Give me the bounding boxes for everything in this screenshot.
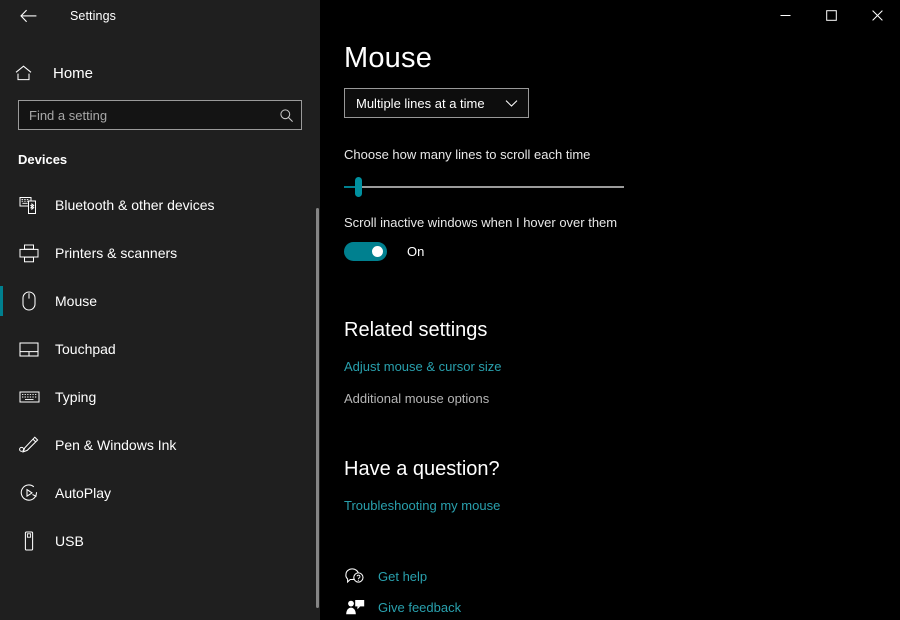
sidebar-item-label: USB (55, 533, 84, 549)
inactive-scroll-label: Scroll inactive windows when I hover ove… (344, 215, 900, 230)
settings-panel: Mouse Multiple lines at a time Choose ho… (320, 0, 900, 620)
scroll-mode-dropdown[interactable]: Multiple lines at a time (344, 88, 529, 118)
app-title: Settings (70, 9, 116, 23)
give-feedback-icon (344, 596, 366, 618)
link-troubleshooting-my-mouse[interactable]: Troubleshooting my mouse (344, 498, 500, 513)
sidebar-item-home[interactable]: Home (0, 53, 320, 93)
get-help-label: Get help (378, 569, 427, 584)
sidebar-item-pen-windows-ink[interactable]: Pen & Windows Ink (0, 421, 320, 469)
selection-accent-bar (0, 382, 3, 412)
sidebar-item-label: Printers & scanners (55, 245, 177, 261)
selection-accent-bar (0, 478, 3, 508)
lines-slider-label: Choose how many lines to scroll each tim… (344, 147, 900, 162)
get-help-row[interactable]: Get help (344, 563, 427, 589)
bluetooth-devices-icon (18, 194, 40, 216)
back-arrow-icon (20, 9, 37, 23)
home-icon (15, 65, 41, 81)
sidebar-nav-list: Bluetooth & other devices Printers & sca… (0, 181, 320, 565)
selection-accent-bar (0, 190, 3, 220)
search-icon[interactable] (271, 108, 301, 123)
window-controls (762, 0, 900, 30)
sidebar-item-label: Bluetooth & other devices (55, 197, 215, 213)
selection-accent-bar (0, 238, 3, 268)
sidebar-item-usb[interactable]: USB (0, 517, 320, 565)
sidebar-item-label: Typing (55, 389, 96, 405)
sidebar-scrollbar[interactable] (316, 208, 319, 608)
minimize-button[interactable] (762, 0, 808, 30)
close-button[interactable] (854, 0, 900, 30)
title-bar-left: Settings (0, 0, 320, 32)
have-a-question-heading: Have a question? (344, 458, 900, 481)
sidebar-item-typing[interactable]: Typing (0, 373, 320, 421)
back-button[interactable] (14, 3, 42, 29)
slider-thumb[interactable] (355, 177, 362, 197)
usb-icon (18, 530, 40, 552)
autoplay-icon (18, 482, 40, 504)
selection-accent-bar (0, 430, 3, 460)
sidebar-item-touchpad[interactable]: Touchpad (0, 325, 320, 373)
minimize-icon (780, 10, 791, 21)
give-feedback-row[interactable]: Give feedback (344, 594, 461, 620)
related-settings-heading: Related settings (344, 319, 900, 342)
chevron-down-icon (505, 99, 518, 108)
sidebar-item-label: Mouse (55, 293, 97, 309)
get-help-icon (344, 565, 366, 587)
slider-track (344, 186, 624, 188)
sidebar-item-autoplay[interactable]: AutoPlay (0, 469, 320, 517)
selection-accent-bar (0, 334, 3, 364)
maximize-icon (826, 10, 837, 21)
sidebar-item-label: Touchpad (55, 341, 116, 357)
sidebar-item-printers-scanners[interactable]: Printers & scanners (0, 229, 320, 277)
printer-icon (18, 242, 40, 264)
touchpad-icon (18, 338, 40, 360)
sidebar-item-label: AutoPlay (55, 485, 111, 501)
help-links: Get help Give feedback (344, 563, 900, 620)
inactive-scroll-toggle[interactable] (344, 242, 387, 261)
selection-accent-bar (0, 286, 3, 316)
close-icon (872, 10, 883, 21)
sidebar-item-label: Pen & Windows Ink (55, 437, 176, 453)
inactive-scroll-state: On (407, 244, 424, 259)
sidebar-group-header: Devices (18, 152, 320, 167)
scroll-mode-selected-value: Multiple lines at a time (356, 96, 493, 111)
sidebar-item-home-label: Home (53, 65, 93, 82)
toggle-knob (372, 246, 383, 257)
sidebar-item-mouse[interactable]: Mouse (0, 277, 320, 325)
link-adjust-mouse-cursor-size[interactable]: Adjust mouse & cursor size (344, 359, 502, 374)
maximize-button[interactable] (808, 0, 854, 30)
lines-slider[interactable] (344, 176, 624, 198)
pen-icon (18, 434, 40, 456)
search-input[interactable] (19, 101, 271, 129)
main-content: Mouse Multiple lines at a time Choose ho… (320, 0, 900, 620)
link-additional-mouse-options[interactable]: Additional mouse options (344, 391, 489, 406)
sidebar: Settings Home Devices (0, 0, 320, 620)
mouse-icon (18, 290, 40, 312)
selection-accent-bar (0, 526, 3, 556)
give-feedback-label: Give feedback (378, 600, 461, 615)
page-title: Mouse (344, 44, 900, 73)
sidebar-item-bluetooth-other-devices[interactable]: Bluetooth & other devices (0, 181, 320, 229)
inactive-scroll-toggle-row: On (344, 242, 900, 261)
keyboard-icon (18, 386, 40, 408)
settings-window: Settings Home Devices (0, 0, 900, 620)
search-box[interactable] (18, 100, 302, 130)
